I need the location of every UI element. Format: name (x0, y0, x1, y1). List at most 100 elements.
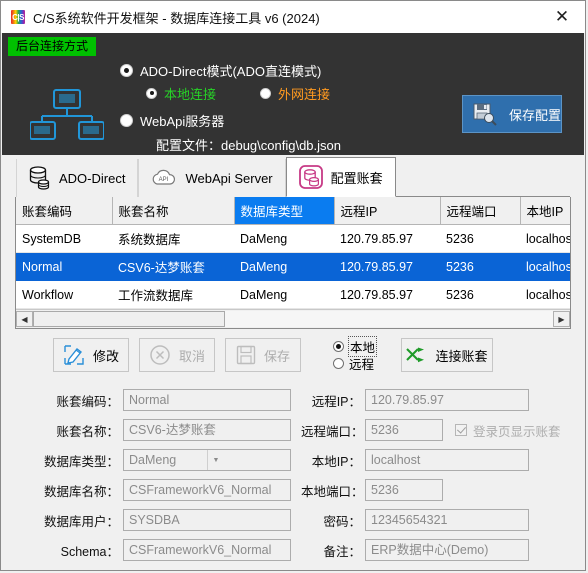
column-header-local-ip[interactable]: 本地IP (520, 197, 570, 225)
cell-account-name: 工作流数据库 (112, 280, 234, 309)
edit-button[interactable]: 修改 (53, 338, 129, 372)
save-config-label: 保存配置 (509, 107, 562, 123)
sub-connection-options: 本地连接 外网连接 (146, 83, 341, 103)
connect-account-set-button[interactable]: 连接账套 (401, 338, 493, 372)
account-name-input[interactable]: CSV6-达梦账套 (123, 419, 291, 441)
field-schema-label: Schema： (60, 544, 119, 559)
tab-strip: ADO-Direct API WebApi Server 配置账套 (2, 155, 584, 197)
connect-account-set-label: 连接账套 (435, 348, 488, 364)
remote-ip-input[interactable]: 120.79.85.97 (365, 389, 529, 411)
tab-webapi-server-label: WebApi Server (185, 170, 273, 186)
column-header-remote-port[interactable]: 远程端口 (440, 197, 521, 225)
save-record-button[interactable]: 保存 (225, 338, 301, 372)
field-remark: 备注： ERP数据中心(Demo) (301, 539, 529, 561)
cell-account-code: SystemDB (16, 224, 112, 253)
radio-external-connection-indicator[interactable] (260, 87, 272, 99)
remote-port-input[interactable]: 5236 (365, 419, 443, 441)
cell-remote-port: 5236 (440, 280, 520, 309)
table-row[interactable]: Normal CSV6-达梦账套 DaMeng 120.79.85.97 523… (16, 252, 570, 281)
shuffle-arrows-icon (406, 347, 425, 363)
cell-account-name: 系统数据库 (112, 224, 234, 253)
remark-input[interactable]: ERP数据中心(Demo) (365, 539, 529, 561)
table-row[interactable]: SystemDB 系统数据库 DaMeng 120.79.85.97 5236 … (16, 224, 570, 253)
account-code-input[interactable]: Normal (123, 389, 291, 411)
cell-remote-port: 5236 (440, 224, 520, 253)
cell-local-ip: localhost (520, 224, 570, 253)
field-account-code-label: 账套编码： (56, 394, 119, 409)
table-row[interactable]: Workflow 工作流数据库 DaMeng 120.79.85.97 5236… (16, 280, 570, 309)
grid-table: 账套编码 账套名称 数据库类型 远程IP 远程端口 本地IP SystemDB … (16, 197, 570, 309)
cell-remote-ip: 120.79.85.97 (334, 252, 440, 281)
svg-text:API: API (159, 177, 169, 183)
close-icon[interactable]: ✕ (539, 1, 585, 33)
database-pink-icon (298, 165, 323, 189)
db-name-input[interactable]: CSFrameworkV6_Normal (123, 479, 291, 501)
field-account-code: 账套编码： Normal (15, 389, 291, 411)
tab-ado-direct[interactable]: ADO-Direct (16, 159, 139, 197)
field-db-name: 数据库名称： CSFrameworkV6_Normal (15, 479, 291, 501)
column-header-db-type[interactable]: 数据库类型 (234, 197, 335, 225)
save-config-icon (473, 103, 497, 126)
cell-account-code: Normal (16, 252, 112, 281)
column-header-account-code[interactable]: 账套编码 (16, 197, 113, 225)
cell-account-code: Workflow (16, 280, 112, 309)
account-set-grid: 账套编码 账套名称 数据库类型 远程IP 远程端口 本地IP SystemDB … (15, 197, 571, 329)
local-port-input[interactable]: 5236 (365, 479, 443, 501)
column-header-remote-ip[interactable]: 远程IP (334, 197, 441, 225)
radio-webapi-server-label: WebApi服务器 (140, 113, 225, 129)
password-input[interactable]: 12345654321 (365, 509, 529, 531)
cell-db-type: DaMeng (234, 280, 334, 309)
radio-webapi-server[interactable]: WebApi服务器 (120, 109, 341, 131)
cell-remote-port: 5236 (440, 252, 520, 281)
field-remote-port: 远程端口： 5236 登录页显示账套 (301, 419, 561, 441)
field-password: 密码： 12345654321 (301, 509, 529, 531)
scroll-left-icon[interactable]: ◀ (16, 311, 33, 327)
radio-local-connection-indicator[interactable] (146, 87, 157, 99)
show-accounts-checkbox[interactable]: 登录页显示账套 (455, 421, 561, 440)
scope-radio-group: 本地 远程 (333, 336, 387, 372)
grid-horizontal-scrollbar[interactable]: ◀ ▶ (16, 309, 570, 328)
field-remote-port-label: 远程端口： (301, 424, 364, 439)
db-user-input[interactable]: SYSDBA (123, 509, 291, 531)
local-ip-input[interactable]: localhost (365, 449, 529, 471)
record-toolbar: 修改 取消 保存 本地 远程 连接账套 (15, 329, 571, 381)
field-db-user-label: 数据库用户： (43, 514, 119, 529)
cell-remote-ip: 120.79.85.97 (334, 224, 440, 253)
tab-ado-direct-label: ADO-Direct (59, 170, 126, 186)
radio-scope-remote[interactable]: 远程 (333, 355, 387, 372)
show-accounts-checkbox-label: 登录页显示账套 (473, 424, 561, 439)
save-config-button[interactable]: 保存配置 (462, 95, 562, 133)
tab-webapi-server[interactable]: API WebApi Server (138, 159, 286, 197)
window-title: C/S系统软件开发框架 - 数据库连接工具 v6 (2024) (33, 10, 320, 26)
field-db-user: 数据库用户： SYSDBA (15, 509, 291, 531)
scroll-right-icon[interactable]: ▶ (553, 311, 570, 327)
cell-remote-ip: 120.79.85.97 (334, 280, 440, 309)
radio-ado-direct[interactable]: ADO-Direct模式(ADO直连模式) (120, 59, 341, 81)
scrollbar-track[interactable] (33, 311, 553, 327)
cell-local-ip: localhost (520, 252, 570, 281)
tab-config-account-set[interactable]: 配置账套 (285, 157, 396, 197)
field-schema: Schema： CSFrameworkV6_Normal (15, 539, 291, 561)
checkbox-indicator (455, 424, 467, 436)
cell-db-type: DaMeng (234, 252, 334, 281)
radio-local-connection-label[interactable]: 本地连接 (164, 84, 216, 103)
connection-mode-panel: 后台连接方式 ADO-Direct模式(ADO直连模式) 本地连接 外网连接 W… (2, 33, 584, 155)
config-file-path: 配置文件：debug\config\db.json (156, 138, 341, 153)
edit-button-label: 修改 (92, 348, 119, 364)
cancel-button[interactable]: 取消 (139, 338, 215, 372)
column-header-account-name[interactable]: 账套名称 (112, 197, 235, 225)
chevron-down-icon[interactable]: ▼ (207, 450, 224, 470)
cancel-circle-icon (150, 345, 170, 365)
schema-input[interactable]: CSFrameworkV6_Normal (123, 539, 291, 561)
field-local-ip-label: 本地IP： (311, 454, 361, 469)
radio-scope-remote-label: 远程 (349, 358, 375, 372)
floppy-save-icon (236, 345, 256, 365)
scrollbar-thumb[interactable] (33, 311, 226, 327)
edit-pencil-icon (64, 345, 84, 365)
radio-scope-local[interactable]: 本地 (333, 336, 387, 357)
cell-account-name: CSV6-达梦账套 (112, 252, 234, 281)
radio-external-connection-label[interactable]: 外网连接 (278, 84, 330, 103)
grid-header-row: 账套编码 账套名称 数据库类型 远程IP 远程端口 本地IP (16, 197, 570, 225)
radio-scope-remote-indicator (333, 358, 344, 369)
field-local-ip: 本地IP： localhost (301, 449, 529, 471)
